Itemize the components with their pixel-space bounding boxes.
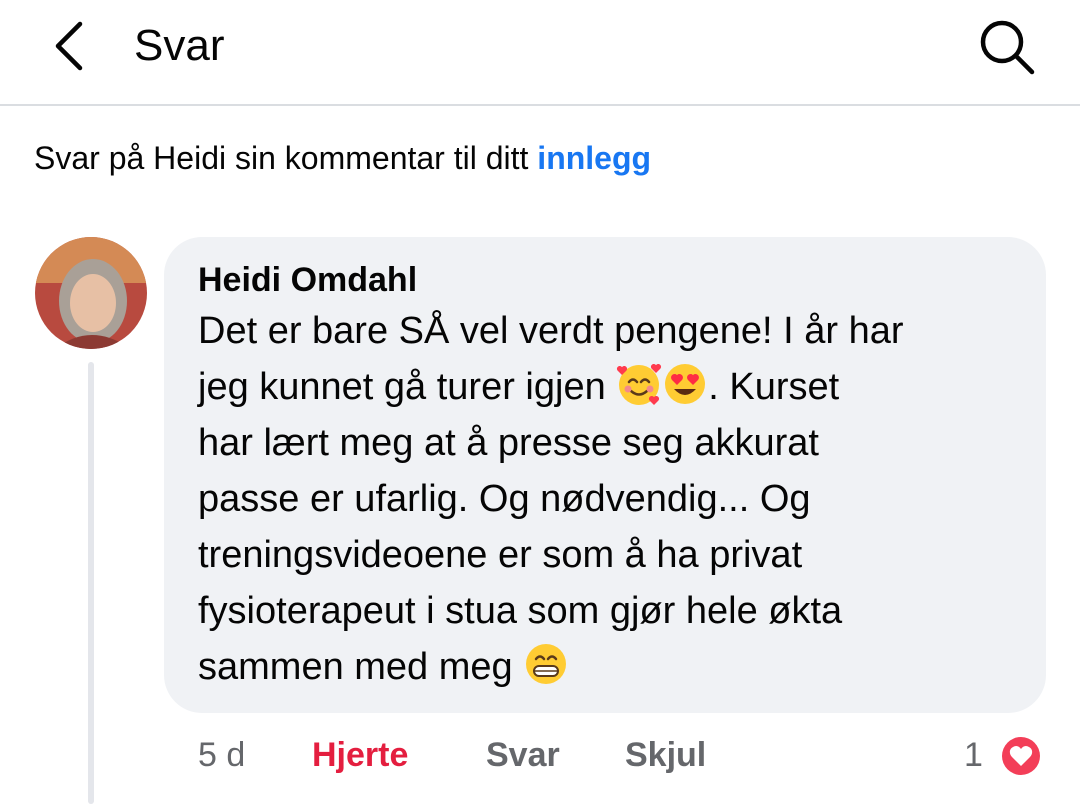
chevron-left-icon (55, 21, 83, 71)
grinning-face-emoji (526, 644, 567, 684)
comment-text: Det er bare SÅ vel verdt pengene! I år h… (198, 303, 1028, 695)
comment-line: har lært meg at å presse seg akkurat (198, 422, 819, 464)
comment-line: Det er bare SÅ vel verdt pengene! I år h… (198, 310, 904, 352)
comment-line: fysioterapeut i stua som gjør hele økta (198, 590, 843, 632)
comment-line: treningsvideoene er som å ha privat (198, 534, 803, 576)
comment-line: . Kurset (708, 366, 840, 408)
page-title: Svar (134, 21, 225, 70)
reply-context: Svar på Heidi sin kommentar til ditt inn… (34, 136, 651, 180)
search-icon (980, 20, 1035, 75)
comment-line: jeg kunnet gå turer igjen (198, 366, 617, 408)
hide-button[interactable]: Skjul (625, 730, 706, 780)
profile-photo (35, 237, 147, 349)
avatar[interactable] (35, 237, 147, 349)
search-button[interactable] (972, 14, 1040, 78)
comment-time: 5 d (198, 736, 246, 774)
heart-button[interactable]: Hjerte (312, 730, 408, 780)
comment-line: passe er ufarlig. Og nødvendig... Og (198, 478, 811, 520)
comment-line: sammen med meg (198, 646, 524, 688)
post-link[interactable]: innlegg (537, 140, 651, 176)
reaction-count[interactable]: 1 (964, 730, 983, 780)
comment-author[interactable]: Heidi Omdahl (198, 257, 1012, 303)
reply-context-text: Svar på Heidi sin kommentar til ditt (34, 140, 538, 176)
reply-button[interactable]: Svar (486, 730, 560, 780)
smiling-face-with-hearts-emoji (617, 363, 662, 405)
heart-eyes-emoji (665, 364, 706, 404)
top-bar: Svar (0, 0, 1080, 106)
heart-reaction-icon[interactable] (998, 733, 1044, 779)
thread-line (88, 362, 94, 804)
comment-bubble[interactable]: Heidi Omdahl Det er bare SÅ vel verdt pe… (164, 237, 1046, 713)
back-button[interactable] (38, 14, 98, 78)
